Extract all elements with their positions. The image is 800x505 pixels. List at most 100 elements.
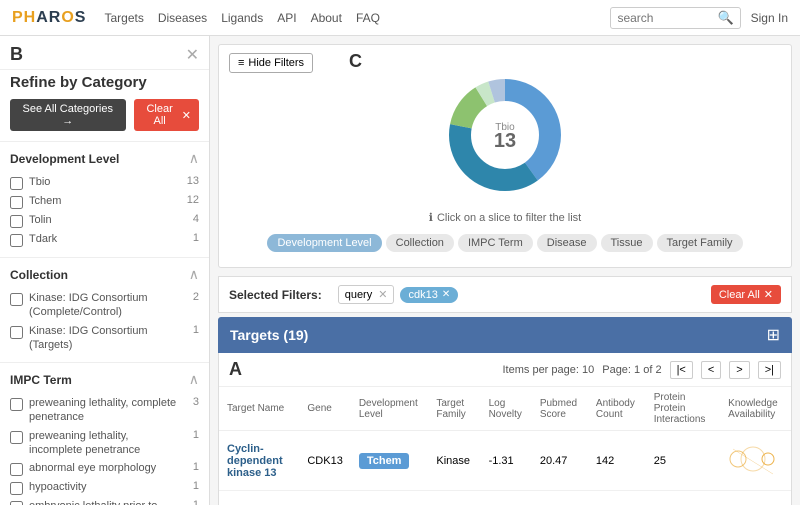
family-0: Kinase xyxy=(428,431,480,491)
filter-section-collection-header[interactable]: Collection ∧ xyxy=(10,266,199,283)
query-clear-button[interactable]: ✕ xyxy=(378,288,387,301)
hide-filters-button[interactable]: ≡ Hide Filters xyxy=(229,53,313,73)
nav-faq[interactable]: FAQ xyxy=(356,11,380,25)
target-name-0[interactable]: Cyclin-dependent kinase 13 xyxy=(219,431,299,491)
filter-label-impc1: preweaning lethality, incomplete penetra… xyxy=(29,429,183,458)
checkbox-kinase2[interactable] xyxy=(10,326,23,339)
filter-tag-label: cdk13 xyxy=(408,289,437,301)
ppi-0: 25 xyxy=(646,431,720,491)
filter-item-impc0: preweaning lethality, complete penetranc… xyxy=(10,394,199,427)
dev-level-badge-0[interactable]: Tchem xyxy=(359,453,410,469)
filter-item-kinase1: Kinase: IDG Consortium (Complete/Control… xyxy=(10,289,199,322)
filter-item-tchem: Tchem 12 xyxy=(10,192,199,211)
checkbox-tolin[interactable] xyxy=(10,215,23,228)
target-name-1[interactable]: Cyclin-K xyxy=(219,491,299,505)
targets-section-header: Targets (19) ⊞ xyxy=(218,317,792,353)
chart-tab-target-family[interactable]: Target Family xyxy=(657,234,743,252)
table-letter: A xyxy=(229,359,242,380)
grid-icon[interactable]: ⊞ xyxy=(767,325,780,345)
svg-text:13: 13 xyxy=(494,130,516,152)
filter-label-impc2: abnormal eye morphology xyxy=(29,461,183,475)
search-input[interactable] xyxy=(617,11,717,25)
donut-chart[interactable]: Tbio 13 xyxy=(435,65,575,205)
targets-table: Target Name Gene Development Level Targe… xyxy=(219,387,791,505)
filters-clear-all-button[interactable]: Clear All ✕ xyxy=(711,285,781,304)
chart-tab-tissue[interactable]: Tissue xyxy=(601,234,653,252)
filter-item-impc1: preweaning lethality, incomplete penetra… xyxy=(10,427,199,460)
chart-tab-disease[interactable]: Disease xyxy=(537,234,597,252)
chart-tab-impc[interactable]: IMPC Term xyxy=(458,234,533,252)
filter-section-dev-title: Development Level xyxy=(10,152,119,166)
checkbox-tchem[interactable] xyxy=(10,196,23,209)
prev-page-button[interactable]: < xyxy=(701,361,721,379)
sidebar-actions: See All Categories → Clear All ✕ xyxy=(0,99,209,141)
filter-count-tbio: 13 xyxy=(187,175,199,187)
filter-label-tchem: Tchem xyxy=(29,194,177,208)
filter-section-dev-header[interactable]: Development Level ∧ xyxy=(10,150,199,167)
query-box: query ✕ xyxy=(338,285,395,304)
sidebar-close-button[interactable]: ✕ xyxy=(186,45,199,65)
gene-1: CCNK xyxy=(299,491,350,505)
nav-diseases[interactable]: Diseases xyxy=(158,11,207,25)
checkbox-impc3[interactable] xyxy=(10,482,23,495)
filter-count-tchem: 12 xyxy=(187,194,199,206)
table-header-row: Target Name Gene Development Level Targe… xyxy=(219,387,791,431)
nav-ligands[interactable]: Ligands xyxy=(221,11,263,25)
targets-title: Targets (19) xyxy=(230,327,308,343)
checkbox-tbio[interactable] xyxy=(10,177,23,190)
chevron-up-icon-2: ∧ xyxy=(189,266,199,283)
filter-label-impc0: preweaning lethality, complete penetranc… xyxy=(29,396,183,425)
knowledge-chart-0 xyxy=(728,439,778,479)
filter-count-tolin: 4 xyxy=(193,213,199,225)
antibody-0: 142 xyxy=(588,431,646,491)
chart-section: ≡ Hide Filters C xyxy=(218,44,792,268)
filter-count-impc4: 1 xyxy=(193,499,199,505)
query-label: query xyxy=(345,289,373,301)
antibody-1: 119 xyxy=(588,491,646,505)
table-row: Cyclin-dependent kinase 13 CDK13 Tchem K… xyxy=(219,431,791,491)
chart-tab-dev-level[interactable]: Development Level xyxy=(267,234,381,252)
filter-count-impc0: 3 xyxy=(193,396,199,408)
main-content: ≡ Hide Filters C xyxy=(210,36,800,505)
last-page-button[interactable]: >| xyxy=(758,361,781,379)
ppi-1: 2 xyxy=(646,491,720,505)
search-button[interactable]: 🔍 xyxy=(717,10,733,26)
next-page-button[interactable]: > xyxy=(729,361,749,379)
gene-0: CDK13 xyxy=(299,431,350,491)
nav-targets[interactable]: Targets xyxy=(104,11,143,25)
chart-tab-collection[interactable]: Collection xyxy=(386,234,454,252)
first-page-button[interactable]: |< xyxy=(670,361,693,379)
col-knowledge: Knowledge Availability xyxy=(720,387,791,431)
col-ppi: Protein Protein Interactions xyxy=(646,387,720,431)
checkbox-impc1[interactable] xyxy=(10,431,23,444)
col-dev-level: Development Level xyxy=(351,387,429,431)
nav-api[interactable]: API xyxy=(277,11,296,25)
filter-count-impc1: 1 xyxy=(193,429,199,441)
checkbox-impc4[interactable] xyxy=(10,501,23,505)
checkbox-kinase1[interactable] xyxy=(10,293,23,306)
filter-item-tbio: Tbio 13 xyxy=(10,173,199,192)
sidebar-header: B ✕ xyxy=(0,36,209,70)
chevron-up-icon-3: ∧ xyxy=(189,371,199,388)
nav-about[interactable]: About xyxy=(311,11,342,25)
checkbox-impc0[interactable] xyxy=(10,398,23,411)
checkbox-impc2[interactable] xyxy=(10,463,23,476)
dev-level-1: Tbio xyxy=(351,491,429,505)
app-logo: PHAROS xyxy=(12,9,86,27)
chart-hint: ℹ Click on a slice to filter the list xyxy=(429,211,581,224)
checkbox-tdark[interactable] xyxy=(10,234,23,247)
filter-tag-remove-button[interactable]: ✕ xyxy=(442,289,450,300)
see-all-categories-button[interactable]: See All Categories → xyxy=(10,99,126,131)
log-novelty-1: -1.35 xyxy=(481,491,532,505)
filter-icon: ≡ xyxy=(238,57,244,69)
chart-letter: C xyxy=(349,51,362,72)
col-target-family: Target Family xyxy=(428,387,480,431)
sidebar: B ✕ Refine by Category See All Categorie… xyxy=(0,36,210,505)
sidebar-clear-all-button[interactable]: Clear All ✕ xyxy=(134,99,200,131)
x-icon-filters: ✕ xyxy=(764,288,773,301)
sign-in-link[interactable]: Sign In xyxy=(751,11,788,25)
filter-count-kinase1: 2 xyxy=(193,291,199,303)
filter-item-impc4: embryonic lethality prior to organogenes… xyxy=(10,497,199,505)
filter-section-impc-header[interactable]: IMPC Term ∧ xyxy=(10,371,199,388)
app-header: PHAROS Targets Diseases Ligands API Abou… xyxy=(0,0,800,36)
